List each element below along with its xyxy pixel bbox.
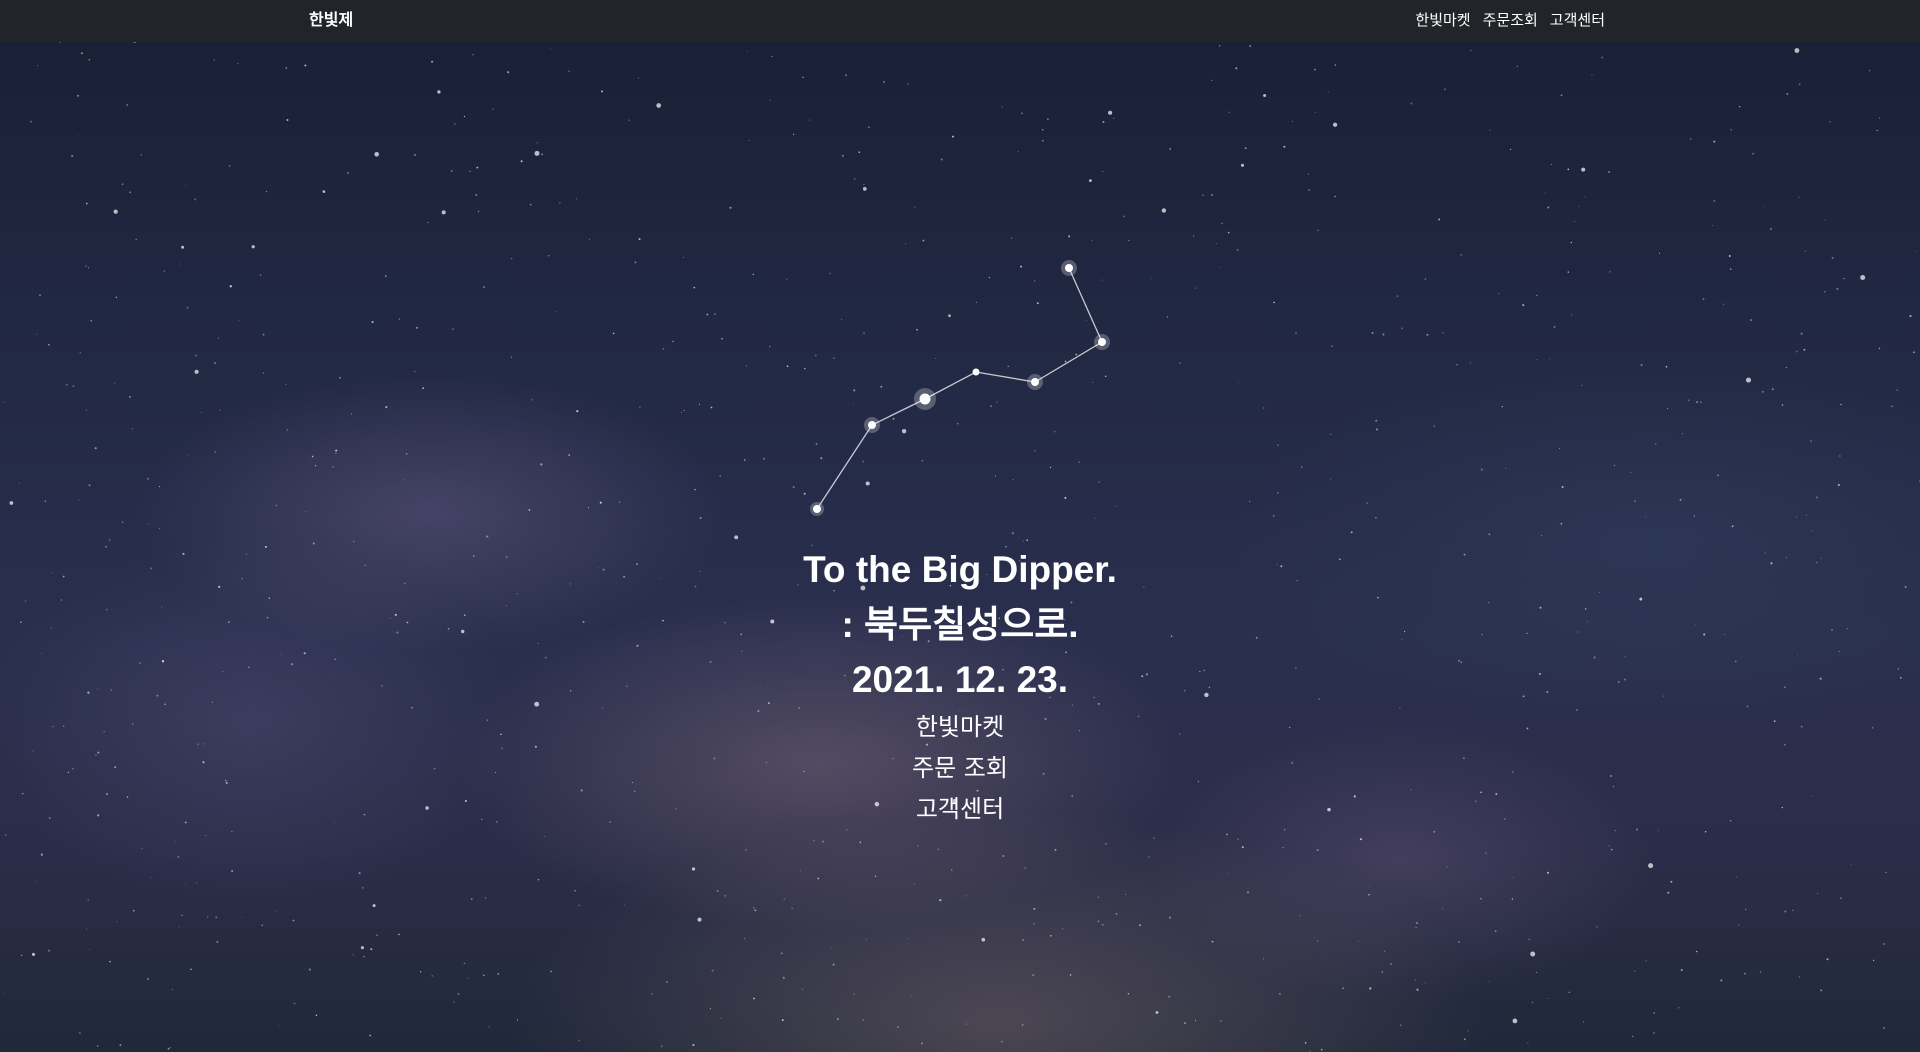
nav-link-order-lookup[interactable]: 주문조회 bbox=[1483, 10, 1538, 30]
hero-title-korean: : 북두칠성으로. bbox=[841, 604, 1079, 645]
hero-title-english: To the Big Dipper. bbox=[803, 549, 1117, 590]
hero-section: To the Big Dipper. : 북두칠성으로. 2021. 12. 2… bbox=[0, 42, 1920, 1052]
hero-link-order-lookup[interactable]: 주문 조회 bbox=[890, 748, 1030, 789]
nav-links: 한빛마켓 주문조회 고객센터 bbox=[1415, 10, 1605, 30]
nav-link-hanbit-market[interactable]: 한빛마켓 bbox=[1415, 10, 1470, 30]
hero-date: 2021. 12. 23. bbox=[851, 659, 1069, 700]
brand-link[interactable]: 한빛제 bbox=[309, 10, 353, 30]
star-megrez bbox=[972, 368, 980, 376]
hero-link-customer-center[interactable]: 고객센터 bbox=[890, 789, 1030, 830]
hero-link-hanbit-market[interactable]: 한빛마켓 bbox=[890, 707, 1030, 748]
hero-content: To the Big Dipper. : 북두칠성으로. 2021. 12. 2… bbox=[0, 542, 1920, 830]
top-navbar: 한빛제 한빛마켓 주문조회 고객센터 bbox=[0, 0, 1920, 42]
nav-link-customer-center[interactable]: 고객센터 bbox=[1550, 10, 1605, 30]
